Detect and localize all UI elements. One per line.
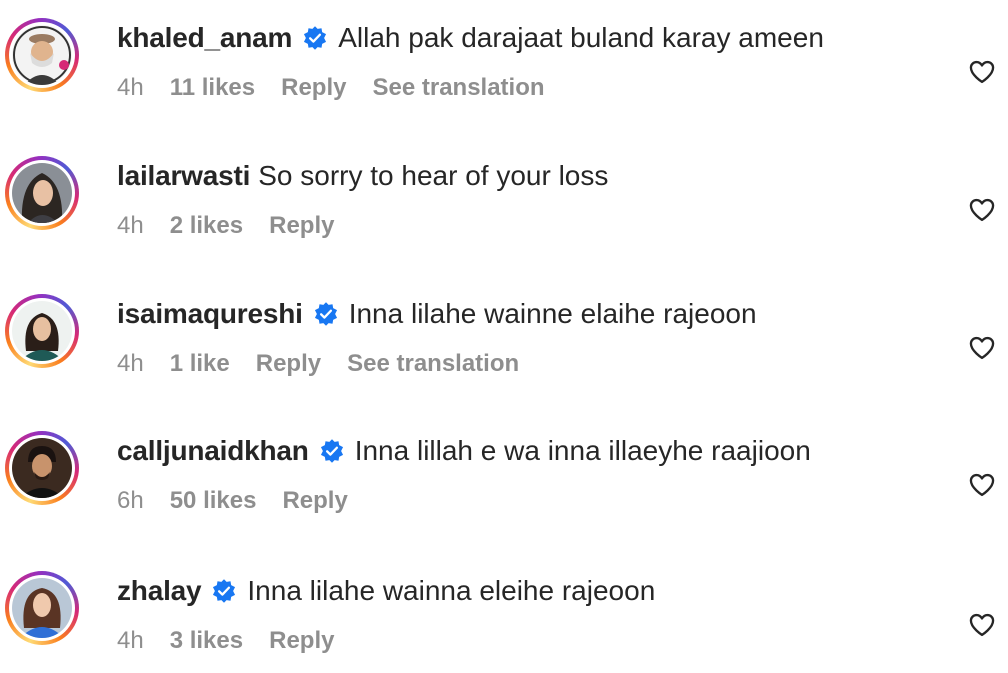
- story-ring[interactable]: [5, 294, 79, 368]
- comment-time: 4h: [117, 212, 144, 239]
- comment-item: khaled_anam Allah pak darajaat buland ka…: [0, 18, 1008, 138]
- comment-text: So sorry to hear of your loss: [258, 160, 609, 191]
- username[interactable]: calljunaidkhan: [117, 435, 309, 467]
- heart-icon[interactable]: [968, 334, 996, 362]
- comment-item: calljunaidkhan Inna lillah e wa inna ill…: [0, 431, 1008, 551]
- see-translation-button[interactable]: See translation: [347, 350, 519, 378]
- comment-time: 6h: [117, 487, 144, 514]
- reply-button[interactable]: Reply: [282, 487, 347, 515]
- comment-item: lailarwasti So sorry to hear of your los…: [0, 156, 1008, 276]
- comment-time: 4h: [117, 74, 144, 101]
- reply-button[interactable]: Reply: [281, 74, 346, 102]
- comment-item: isaimaqureshi Inna lilahe wainne elaihe …: [0, 294, 1008, 414]
- story-ring[interactable]: [5, 571, 79, 645]
- avatar[interactable]: [12, 578, 72, 638]
- comment-time: 4h: [117, 627, 144, 654]
- username[interactable]: zhalay: [117, 575, 202, 607]
- story-ring[interactable]: [5, 156, 79, 230]
- verified-badge-icon: [314, 302, 337, 326]
- likes-count[interactable]: 50 likes: [170, 487, 257, 515]
- likes-count[interactable]: 3 likes: [170, 627, 243, 655]
- comment-time: 4h: [117, 350, 144, 377]
- story-ring[interactable]: [5, 431, 79, 505]
- reply-button[interactable]: Reply: [256, 350, 321, 378]
- avatar[interactable]: [12, 163, 72, 223]
- avatar[interactable]: [12, 25, 72, 85]
- reply-button[interactable]: Reply: [269, 212, 334, 240]
- story-ring[interactable]: [5, 18, 79, 92]
- comments-list: khaled_anam Allah pak darajaat buland ka…: [0, 0, 1008, 673]
- likes-count[interactable]: 2 likes: [170, 212, 243, 240]
- reply-button[interactable]: Reply: [269, 627, 334, 655]
- likes-count[interactable]: 1 like: [170, 350, 230, 378]
- username[interactable]: isaimaqureshi: [117, 298, 303, 330]
- avatar[interactable]: [12, 438, 72, 498]
- username[interactable]: khaled_anam: [117, 22, 292, 54]
- heart-icon[interactable]: [968, 611, 996, 639]
- likes-count[interactable]: 11 likes: [170, 74, 255, 102]
- verified-badge-icon: [213, 579, 236, 603]
- verified-badge-icon: [320, 439, 343, 463]
- comment-text: Inna lillah e wa inna illaeyhe raajioon: [354, 435, 811, 466]
- see-translation-button[interactable]: See translation: [372, 74, 544, 102]
- comment-item: zhalay Inna lilahe wainna eleihe rajeoon…: [0, 571, 1008, 673]
- heart-icon[interactable]: [968, 58, 996, 86]
- comment-text: Inna lilahe wainna eleihe rajeoon: [247, 575, 656, 606]
- heart-icon[interactable]: [968, 471, 996, 499]
- comment-text: Allah pak darajaat buland karay ameen: [338, 22, 824, 53]
- avatar[interactable]: [12, 301, 72, 361]
- comment-text: Inna lilahe wainne elaihe rajeoon: [348, 298, 757, 329]
- heart-icon[interactable]: [968, 196, 996, 224]
- verified-badge-icon: [304, 26, 327, 50]
- username[interactable]: lailarwasti: [117, 160, 250, 192]
